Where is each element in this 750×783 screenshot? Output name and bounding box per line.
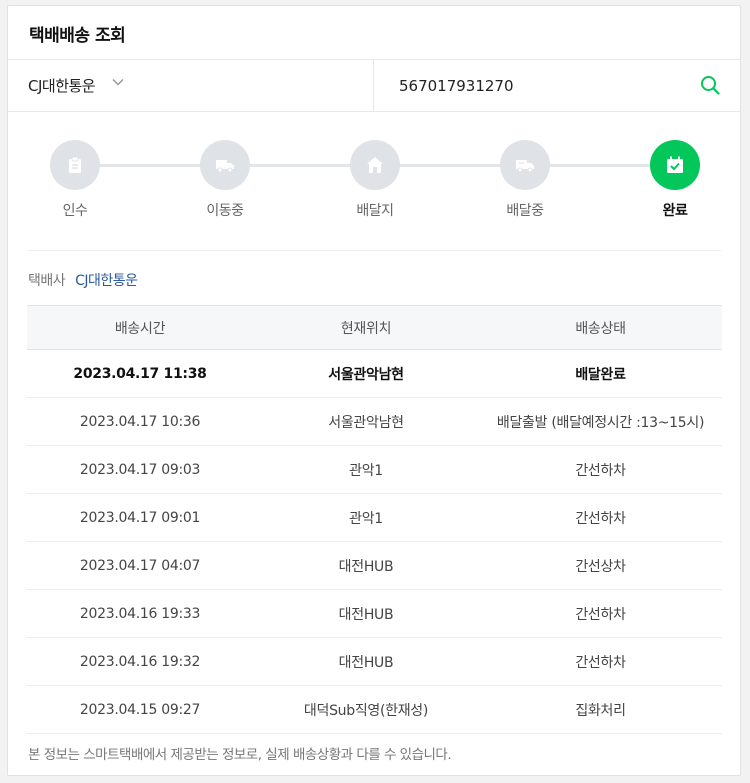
cell-status: 집화처리: [479, 685, 722, 734]
tracking-history-table: 배송시간 현재위치 배송상태 2023.04.17 11:38 서울관악남현 배…: [27, 305, 722, 734]
carrier-info-label: 택배사: [28, 273, 66, 289]
step-label: 배달지: [356, 203, 394, 219]
cell-status: 간선하차: [479, 589, 722, 638]
step-pickup-circle: [50, 140, 100, 190]
column-header-time: 배송시간: [27, 305, 253, 350]
calendar-check-icon: [667, 156, 683, 173]
disclaimer-notice: 본 정보는 스마트택배에서 제공받는 정보로, 실제 배송상황과 다를 수 있습…: [28, 747, 452, 763]
cell-status: 간선하차: [479, 493, 722, 542]
table-row: 2023.04.17 10:36 서울관악남현 배달출발 (배달예정시간 :13…: [27, 397, 722, 446]
cell-status: 배달완료: [479, 349, 722, 398]
table-row: 2023.04.16 19:32 대전HUB 간선하차: [27, 637, 722, 686]
cell-location: 서울관악남현: [253, 397, 479, 446]
cell-time: 2023.04.15 09:27: [27, 685, 253, 734]
cell-time: 2023.04.16 19:33: [27, 589, 253, 638]
cell-location: 서울관악남현: [253, 349, 479, 398]
cell-location: 대전HUB: [253, 637, 479, 686]
delivery-truck-icon: [516, 160, 534, 173]
table-row: 2023.04.17 09:01 관악1 간선하차: [27, 493, 722, 542]
step-label: 이동중: [206, 203, 244, 219]
carrier-info: 택배사 CJ대한통운: [28, 270, 138, 290]
step-destination-circle: [350, 140, 400, 190]
truck-icon: [216, 160, 234, 173]
delivery-progress: 인수 이동중 배달지 배달중 완료: [27, 140, 721, 251]
table-header-row: 배송시간 현재위치 배송상태: [27, 305, 722, 350]
cell-time: 2023.04.17 11:38: [27, 349, 253, 398]
page-title: 택배배송 조회: [29, 26, 126, 46]
step-out-for-delivery: 배달중: [490, 140, 560, 220]
step-in-transit: 이동중: [190, 140, 260, 220]
cell-location: 대전HUB: [253, 589, 479, 638]
cell-time: 2023.04.17 09:01: [27, 493, 253, 542]
step-label: 완료: [662, 203, 688, 219]
clipboard-icon: [69, 156, 81, 173]
cell-location: 대전HUB: [253, 541, 479, 590]
search-bar: CJ대한통운: [8, 59, 740, 112]
carrier-info-value: CJ대한통운: [75, 273, 138, 289]
step-complete-circle: [650, 140, 700, 190]
step-destination: 배달지: [340, 140, 410, 220]
house-icon: [367, 157, 383, 173]
delivery-tracking-card: 택배배송 조회 CJ대한통운 인수: [7, 5, 741, 776]
cell-location: 관악1: [253, 493, 479, 542]
step-pickup: 인수: [40, 140, 110, 220]
column-header-location: 현재위치: [253, 305, 479, 350]
step-label: 인수: [62, 203, 88, 219]
table-row: 2023.04.17 11:38 서울관악남현 배달완료: [27, 349, 722, 398]
table-row: 2023.04.15 09:27 대덕Sub직영(한재성) 집화처리: [27, 685, 722, 734]
step-in-transit-circle: [200, 140, 250, 190]
chevron-down-icon: [112, 78, 124, 86]
cell-location: 대덕Sub직영(한재성): [253, 685, 479, 734]
step-label: 배달중: [506, 203, 544, 219]
cell-status: 간선상차: [479, 541, 722, 590]
cell-status: 배달출발 (배달예정시간 :13~15시): [479, 397, 722, 446]
cell-status: 간선하차: [479, 445, 722, 494]
cell-status: 간선하차: [479, 637, 722, 686]
carrier-select[interactable]: CJ대한통운: [8, 60, 374, 111]
table-row: 2023.04.17 09:03 관악1 간선하차: [27, 445, 722, 494]
column-header-status: 배송상태: [479, 305, 722, 350]
carrier-select-label: CJ대한통운: [28, 77, 96, 95]
table-row: 2023.04.17 04:07 대전HUB 간선상차: [27, 541, 722, 590]
cell-time: 2023.04.17 09:03: [27, 445, 253, 494]
tracking-number-input[interactable]: [399, 71, 689, 101]
search-icon[interactable]: [698, 73, 722, 97]
cell-time: 2023.04.17 10:36: [27, 397, 253, 446]
step-out-for-delivery-circle: [500, 140, 550, 190]
table-row: 2023.04.16 19:33 대전HUB 간선하차: [27, 589, 722, 638]
cell-location: 관악1: [253, 445, 479, 494]
step-complete: 완료: [640, 140, 710, 220]
cell-time: 2023.04.16 19:32: [27, 637, 253, 686]
cell-time: 2023.04.17 04:07: [27, 541, 253, 590]
